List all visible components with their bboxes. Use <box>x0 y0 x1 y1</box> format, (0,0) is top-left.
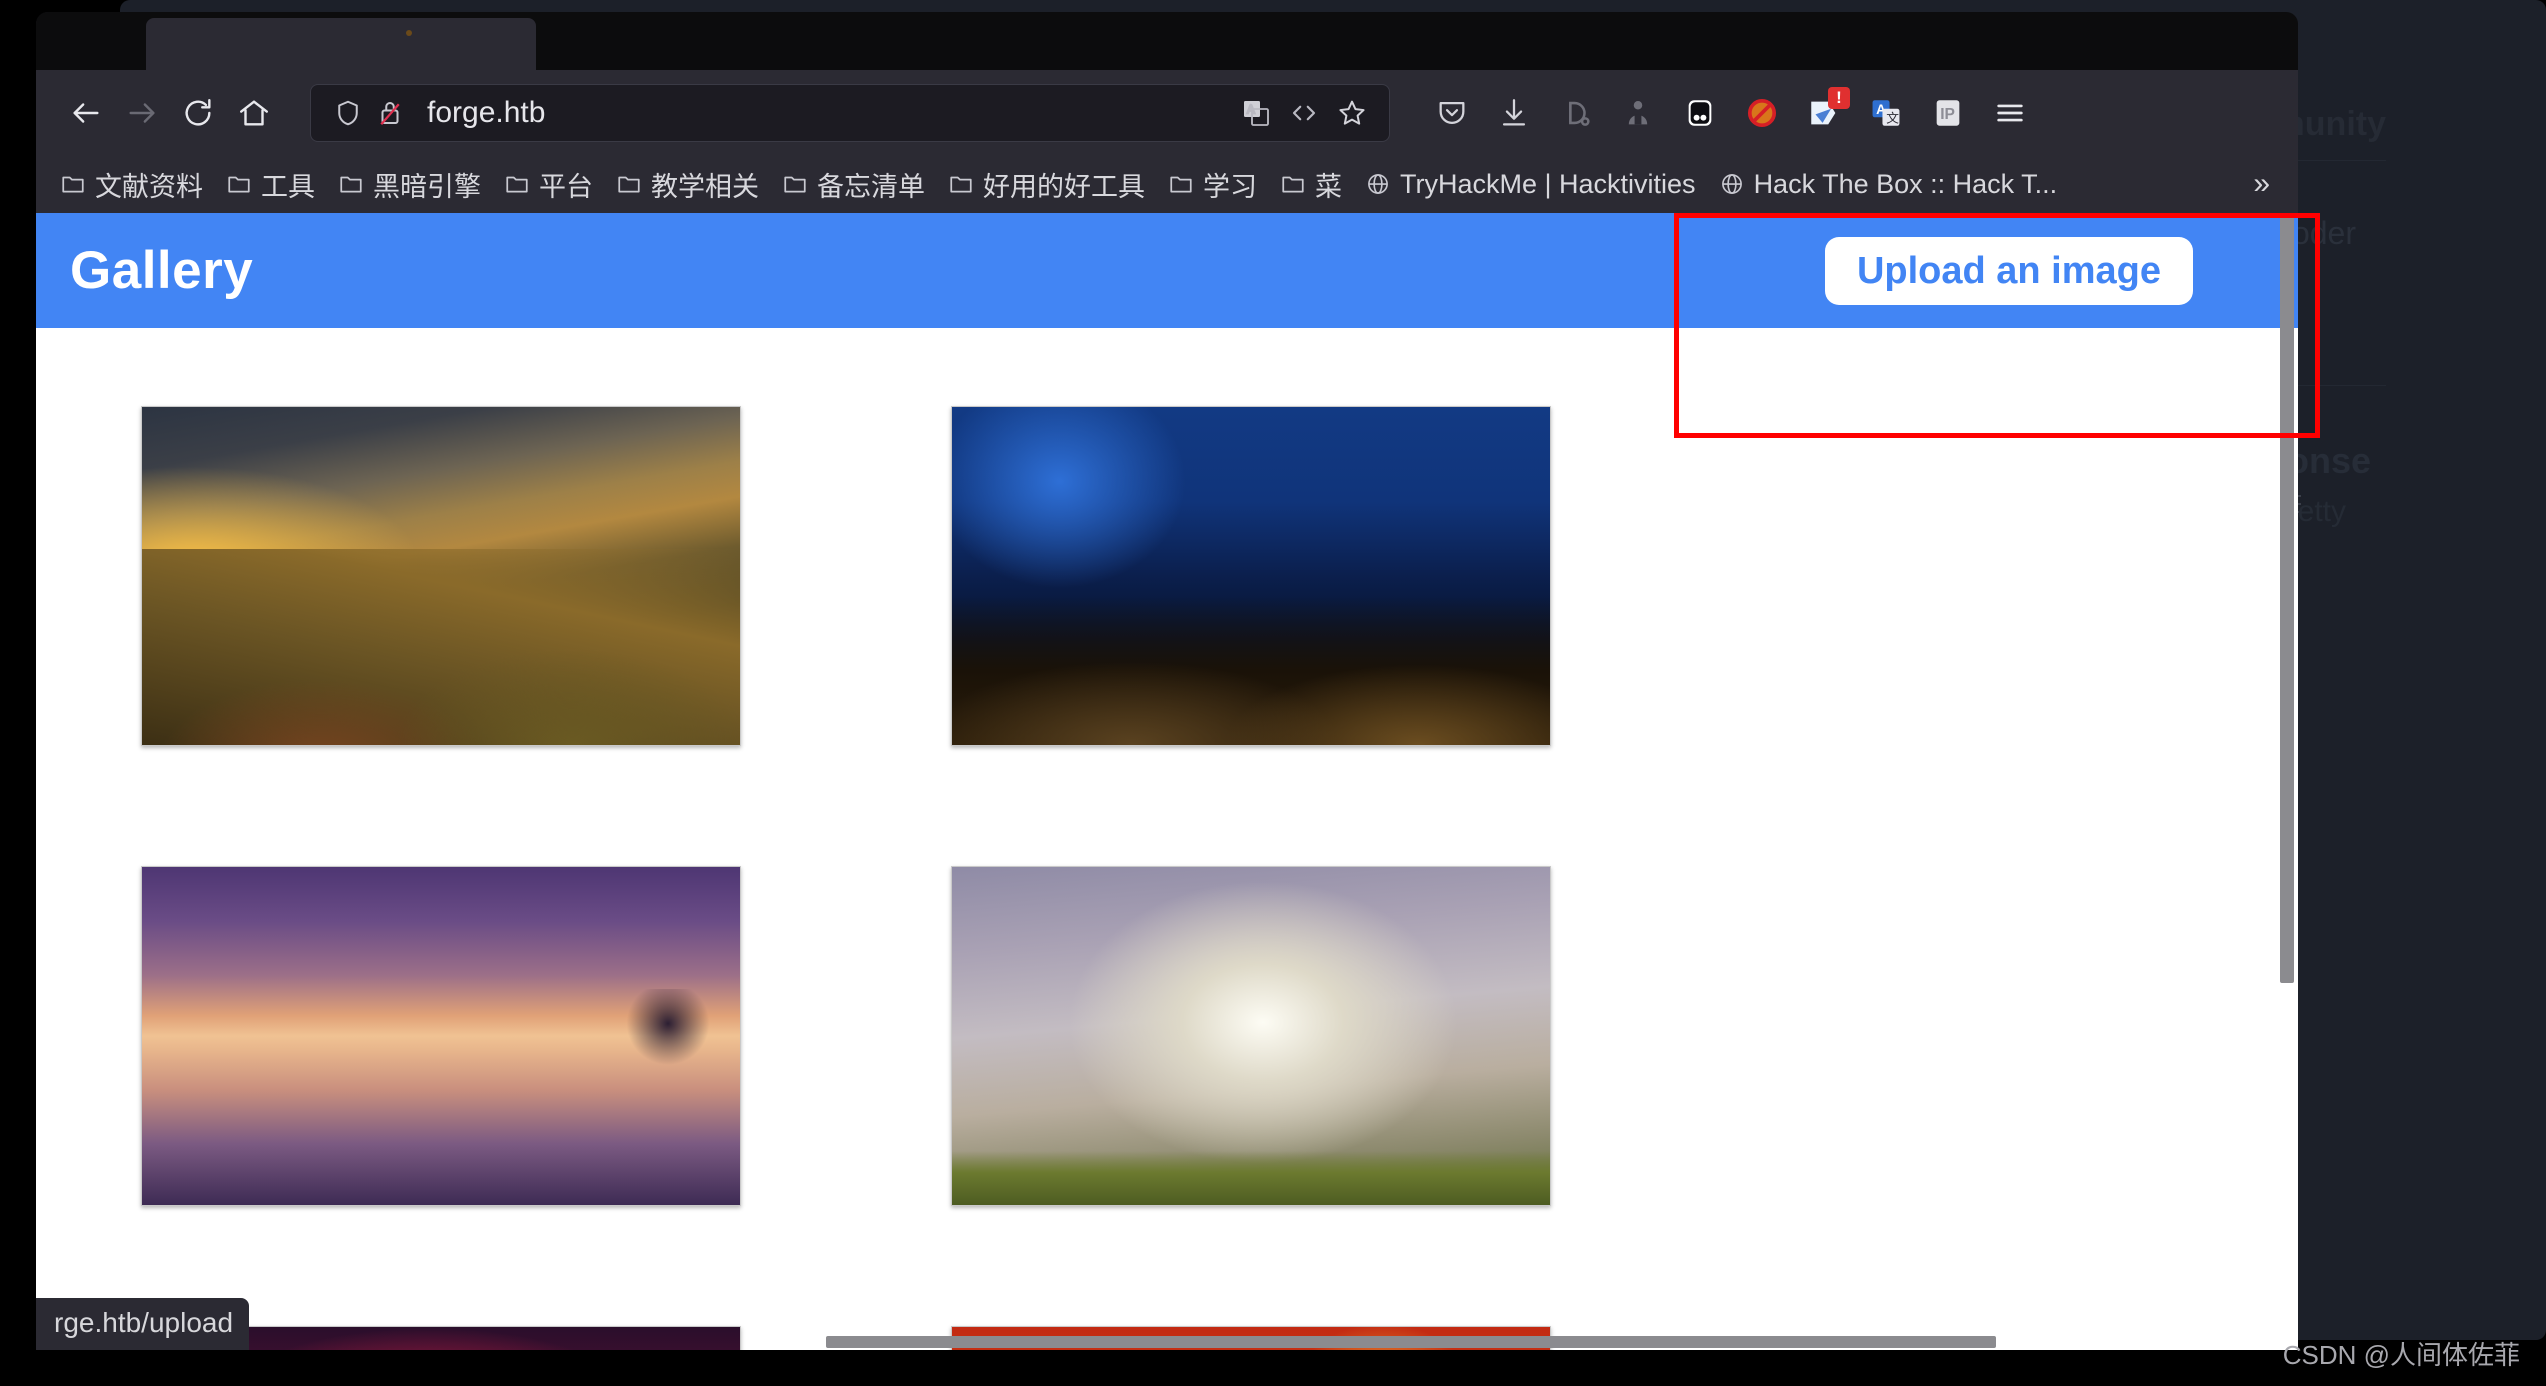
pocket-icon[interactable] <box>1424 85 1480 141</box>
tab-loading-dot <box>406 30 412 36</box>
gallery-cell <box>36 406 846 746</box>
folder-icon <box>1170 176 1192 193</box>
vertical-scrollbar-thumb[interactable] <box>2280 213 2294 983</box>
forward-button[interactable] <box>114 85 170 141</box>
page-title: Gallery <box>70 241 254 300</box>
wappalyzer-badge: ! <box>1828 86 1850 109</box>
folder-icon <box>506 176 528 193</box>
gallery-header: Gallery Upload an image <box>36 213 2298 328</box>
link-status-tooltip: rge.htb/upload <box>36 1298 250 1350</box>
browser-tab-active[interactable] <box>146 18 536 70</box>
bookmark-label: 菜 <box>1315 171 1342 202</box>
folder-icon <box>340 176 362 193</box>
upload-an-image-button[interactable]: Upload an image <box>1824 236 2193 305</box>
home-button[interactable] <box>226 85 282 141</box>
bookmark-item[interactable]: 学习 <box>1158 159 1267 210</box>
bookmark-item[interactable]: 黑暗引擎 <box>328 159 491 210</box>
gallery-cell <box>36 866 846 1206</box>
folder-icon <box>950 176 972 193</box>
bookmarks-toolbar: 文献资料 工具 黑暗引擎 平台 教学相关 备忘清单 好用的好工具 学习 菜 Tr… <box>36 155 2298 213</box>
wappalyzer-icon[interactable]: ! <box>1796 85 1852 141</box>
darkreader-icon[interactable] <box>1548 85 1604 141</box>
translate-icon[interactable]: A <box>1235 92 1277 134</box>
gallery-image[interactable] <box>141 406 741 746</box>
globe-icon <box>1368 174 1388 194</box>
foxyproxy-icon[interactable] <box>1672 85 1728 141</box>
bookmark-star-icon[interactable] <box>1331 92 1373 134</box>
tab-strip <box>36 12 2298 70</box>
bookmark-item[interactable]: 文献资料 <box>50 159 213 210</box>
app-menu-icon[interactable] <box>1982 85 2038 141</box>
vertical-scrollbar[interactable] <box>2276 213 2298 1350</box>
folder-icon <box>1282 176 1304 193</box>
image-gallery-grid <box>36 328 2298 1350</box>
reload-button[interactable] <box>170 85 226 141</box>
bookmark-label: TryHackMe | Hacktivities <box>1400 168 1696 199</box>
navigation-toolbar: forge.htb A ! A 文 IP <box>36 70 2298 155</box>
folder-icon <box>228 176 250 193</box>
folder-icon <box>784 176 806 193</box>
bookmark-label: 平台 <box>539 171 593 202</box>
horizontal-scrollbar[interactable] <box>36 1336 2298 1350</box>
translate-ext-icon[interactable]: A 文 <box>1858 85 1914 141</box>
bookmark-item[interactable]: 工具 <box>216 159 325 210</box>
firefox-window: forge.htb A ! A 文 IP 文献资料 工具 黑暗引擎 平台 教学相… <box>36 12 2298 1350</box>
bookmark-label: 好用的好工具 <box>983 171 1145 202</box>
bookmark-item[interactable]: 菜 <box>1270 159 1352 210</box>
folder-icon <box>62 176 84 193</box>
svg-text:文: 文 <box>1886 110 1899 125</box>
reader-view-icon[interactable] <box>1283 92 1325 134</box>
bookmark-label: 学习 <box>1203 171 1257 202</box>
noscript-icon[interactable] <box>1734 85 1790 141</box>
url-bar[interactable]: forge.htb A <box>310 83 1390 142</box>
bookmark-label: Hack The Box :: Hack T... <box>1753 168 2058 199</box>
gallery-cell <box>846 406 1656 746</box>
bookmark-item[interactable]: 教学相关 <box>606 159 769 210</box>
ipinfo-icon[interactable]: IP <box>1920 85 1976 141</box>
gallery-image[interactable] <box>951 406 1551 746</box>
user-agent-icon[interactable] <box>1610 85 1666 141</box>
bookmark-label: 黑暗引擎 <box>373 171 481 202</box>
globe-icon <box>1721 174 1742 194</box>
url-text[interactable]: forge.htb <box>427 96 1235 130</box>
gallery-image[interactable] <box>141 866 741 1206</box>
downloads-icon[interactable] <box>1486 85 1542 141</box>
bookmark-item[interactable]: Hack The Box :: Hack T... <box>1709 163 2068 206</box>
bookmarks-overflow-chevron[interactable]: » <box>2239 161 2284 207</box>
page-viewport: Gallery Upload an image rge.htb/upload <box>36 213 2298 1350</box>
bookmark-label: 文献资料 <box>95 171 203 202</box>
bookmark-item[interactable]: 好用的好工具 <box>938 159 1155 210</box>
bookmark-label: 工具 <box>261 171 315 202</box>
insecure-lock-icon[interactable] <box>369 92 411 134</box>
gallery-image[interactable] <box>951 866 1551 1206</box>
bookmark-item[interactable]: TryHackMe | Hacktivities <box>1355 163 1706 206</box>
folder-icon <box>618 176 640 193</box>
bookmark-label: 备忘清单 <box>817 171 925 202</box>
shield-icon[interactable] <box>327 92 369 134</box>
svg-text:IP: IP <box>1940 106 1955 123</box>
bookmark-label: 教学相关 <box>651 171 759 202</box>
horizontal-scrollbar-thumb[interactable] <box>826 1336 1996 1348</box>
back-button[interactable] <box>58 85 114 141</box>
bookmark-item[interactable]: 备忘清单 <box>772 159 935 210</box>
extensions-toolbar: ! A 文 IP <box>1424 85 2038 141</box>
gallery-cell <box>846 866 1656 1206</box>
bookmark-item[interactable]: 平台 <box>494 159 603 210</box>
watermark-text: CSDN @人间体佐菲 <box>2282 1340 2520 1370</box>
